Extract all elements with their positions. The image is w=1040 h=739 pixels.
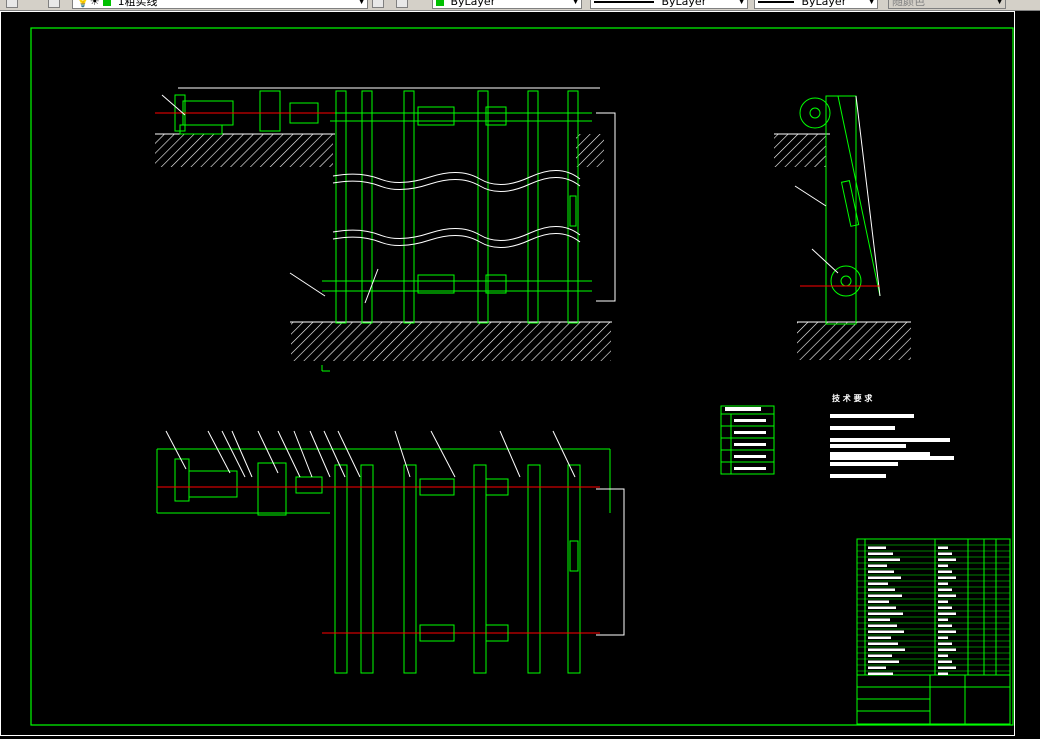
parts-row-material-block: [938, 654, 948, 657]
parts-row-material-block: [938, 552, 952, 555]
parts-row-material-block: [938, 546, 948, 549]
parts-row-material-block: [938, 630, 956, 633]
drawing-canvas[interactable]: 技 术 要 求: [0, 11, 1040, 739]
parts-row-text-block: [868, 558, 900, 561]
parts-row-material-block: [938, 666, 956, 669]
plotstyle-control-value: 随颜色: [892, 0, 925, 8]
parts-row-text-block: [868, 660, 899, 663]
technical-requirements: 技 术 要 求: [830, 393, 954, 478]
parts-list-rows: [857, 544, 1010, 675]
parts-row-material-block: [938, 618, 948, 621]
parts-row-material-block: [938, 588, 952, 591]
parts-row-text-block: [868, 648, 905, 651]
lineweight-control-value: ByLayer: [801, 0, 847, 8]
parts-row-text-block: [868, 624, 897, 627]
linetype-control-dropdown[interactable]: ByLayer ▼: [590, 0, 748, 9]
chevron-down-icon: ▼: [738, 0, 745, 6]
reducer-plan: [257, 462, 287, 516]
parts-row-text-block: [868, 588, 895, 591]
parts-row-text-block: [868, 582, 888, 585]
parts-row-material-block: [938, 570, 952, 573]
parts-row-text-block: [868, 612, 903, 615]
chevron-down-icon: ▼: [358, 0, 365, 6]
parts-row-text-block: [868, 546, 886, 549]
parts-row-material-block: [938, 582, 948, 585]
parts-row-material-block: [938, 636, 948, 639]
parts-row-text-block: [868, 594, 902, 597]
small-table: [720, 405, 775, 475]
properties-toolbar: 💡☀ 1粗实线 ▼ ByLayer ▼ ByLayer ▼ ByLayer ▼ …: [0, 0, 1040, 11]
parts-row-text-block: [868, 570, 894, 573]
parts-row-material-block: [938, 672, 948, 675]
lineweight-control-dropdown[interactable]: ByLayer ▼: [754, 0, 878, 9]
layer-manager-icon[interactable]: [6, 0, 18, 8]
lineweight-preview: [758, 1, 794, 3]
layer-dropdown[interactable]: 💡☀ 1粗实线 ▼: [72, 0, 368, 9]
reducer: [259, 90, 281, 132]
motor-end-plan: [174, 458, 190, 502]
parts-row-text-block: [868, 636, 891, 639]
plan-view: [156, 430, 625, 674]
parts-row-material-block: [938, 558, 956, 561]
tech-req-title: 技 术 要 求: [832, 393, 873, 403]
layer-state-icon[interactable]: [48, 0, 60, 8]
layer-name: 1粗实线: [117, 0, 158, 8]
chevron-down-icon: ▼: [868, 0, 875, 6]
parts-row-text-block: [868, 606, 896, 609]
ground-hatch-left: [155, 134, 333, 167]
parts-row-text-block: [868, 666, 886, 669]
parts-row-material-block: [938, 576, 956, 579]
chevron-down-icon: ▼: [996, 0, 1003, 6]
ground-hatch-bottom: [291, 322, 611, 361]
parts-row-text-block: [868, 576, 901, 579]
front-view: [155, 87, 616, 372]
cad-drawing: 技 术 要 求: [0, 11, 1015, 736]
parts-row-material-block: [938, 648, 956, 651]
make-current-icon[interactable]: [372, 0, 384, 8]
plotstyle-control-dropdown: 随颜色 ▼: [888, 0, 1006, 9]
parts-row-text-block: [868, 552, 893, 555]
color-control-dropdown[interactable]: ByLayer ▼: [432, 0, 582, 9]
chevron-down-icon: ▼: [572, 0, 579, 6]
parts-row-material-block: [938, 564, 948, 567]
parts-row-material-block: [938, 642, 952, 645]
parts-row-material-block: [938, 612, 956, 615]
parts-row-text-block: [868, 600, 889, 603]
side-view: [774, 95, 911, 360]
drawing-frame: [30, 27, 1014, 726]
parts-row-material-block: [938, 606, 952, 609]
color-control-value: ByLayer: [450, 0, 496, 8]
bulb-icon: 💡☀: [76, 0, 100, 8]
parts-row-material-block: [938, 660, 952, 663]
parts-row-text-block: [868, 564, 887, 567]
parts-row-material-block: [938, 624, 952, 627]
ground-hatch-right: [576, 134, 604, 167]
parts-row-material-block: [938, 600, 948, 603]
parts-row-text-block: [868, 630, 904, 633]
layer-color-swatch: [103, 0, 112, 6]
parts-row-text-block: [868, 618, 890, 621]
layer-previous-icon[interactable]: [396, 0, 408, 8]
parts-row-text-block: [868, 654, 892, 657]
color-swatch: [436, 0, 444, 6]
motor-plan: [188, 470, 238, 498]
parts-row-material-block: [938, 594, 956, 597]
parts-row-text-block: [868, 672, 893, 675]
linetype-preview: [594, 1, 654, 3]
motor-base: [179, 124, 223, 135]
parts-row-text-block: [868, 642, 898, 645]
linetype-control-value: ByLayer: [661, 0, 707, 8]
